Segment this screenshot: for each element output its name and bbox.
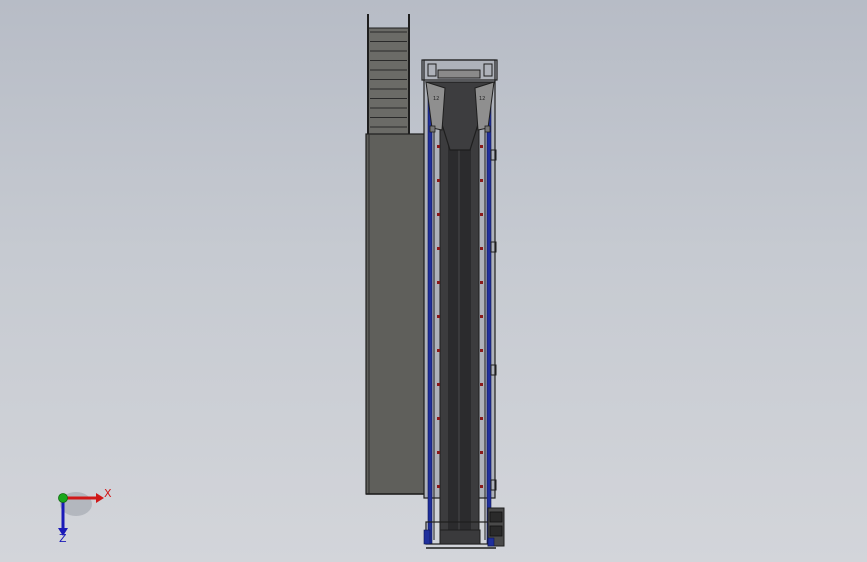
bolt <box>437 417 440 420</box>
z-axis-label: Z <box>59 532 67 545</box>
bolt <box>437 383 440 386</box>
stair-section <box>367 14 410 135</box>
bolt <box>437 315 440 318</box>
bolt <box>480 145 483 148</box>
bolt <box>437 213 440 216</box>
bolt <box>480 315 483 318</box>
bolt <box>480 485 483 488</box>
bolt <box>480 247 483 250</box>
bolt <box>437 451 440 454</box>
bolt <box>437 485 440 488</box>
svg-text:12: 12 <box>479 96 485 102</box>
bolt <box>437 349 440 352</box>
bolt <box>480 451 483 454</box>
triad-axes-icon <box>58 492 104 536</box>
side-panel <box>365 133 430 495</box>
bolt <box>437 281 440 284</box>
svg-text:12: 12 <box>433 96 439 102</box>
conveyor-model[interactable]: 12 12 <box>0 0 867 562</box>
bolt <box>437 179 440 182</box>
bolt <box>437 247 440 250</box>
bolt <box>480 383 483 386</box>
x-axis-label: X <box>104 487 112 500</box>
bolt <box>480 281 483 284</box>
bolt <box>437 145 440 148</box>
cad-viewport[interactable]: 12 12 X Z <box>0 0 867 562</box>
bolt <box>480 213 483 216</box>
bolt <box>480 349 483 352</box>
orientation-triad[interactable]: X Z <box>40 478 130 558</box>
bolt <box>480 417 483 420</box>
bolt <box>480 179 483 182</box>
